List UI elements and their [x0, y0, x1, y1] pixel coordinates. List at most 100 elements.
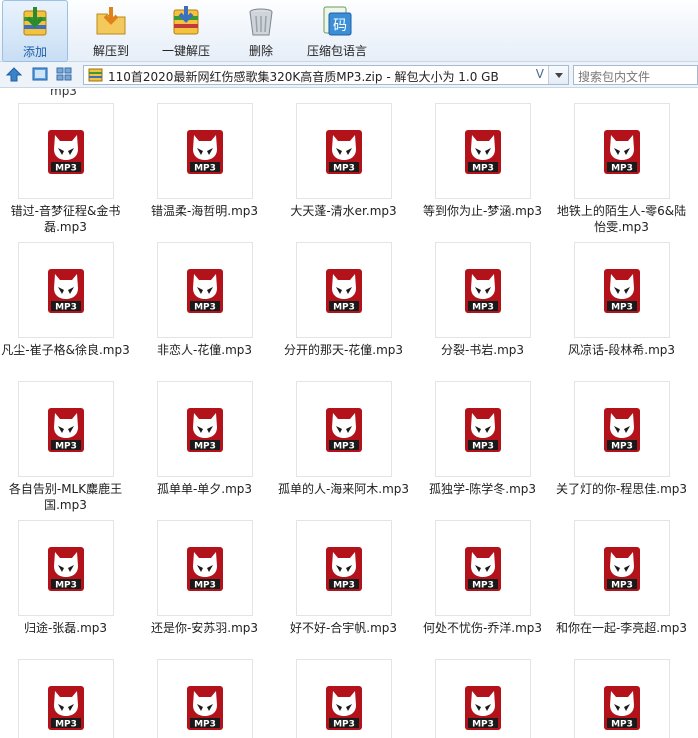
- file-item[interactable]: MP3: [157, 242, 253, 338]
- mp3-file-icon: MP3: [604, 408, 640, 452]
- file-item[interactable]: MP3: [435, 520, 531, 616]
- file-item[interactable]: MP3: [574, 659, 670, 738]
- file-name: 凡尘-崔子格&徐良.mp3: [1, 343, 130, 357]
- svg-text:MP3: MP3: [611, 442, 633, 452]
- file-name: 等到你为止-梦涵.mp3: [422, 204, 543, 218]
- svg-text:MP3: MP3: [55, 442, 77, 452]
- file-item[interactable]: MP3: [157, 381, 253, 477]
- mp3-file-icon: MP3: [604, 269, 640, 313]
- file-name: 错温柔-海哲明.mp3: [150, 204, 259, 218]
- file-item[interactable]: MP3: [574, 520, 670, 616]
- mp3-file-icon: MP3: [48, 130, 84, 174]
- file-item[interactable]: MP3: [18, 659, 114, 738]
- extract-folder-icon: [96, 7, 126, 35]
- mp3-file-icon: MP3: [48, 408, 84, 452]
- partial-file-label: mp3: [50, 89, 77, 98]
- mp3-file-icon: MP3: [465, 408, 501, 452]
- file-item[interactable]: MP3: [296, 381, 392, 477]
- file-name: 错过-音梦征程&金书磊.mp3: [10, 204, 121, 234]
- extract-to-button[interactable]: 解压到: [80, 0, 142, 62]
- file-item[interactable]: MP3: [435, 659, 531, 738]
- file-name: 风凉话-段林希.mp3: [567, 343, 676, 357]
- one-click-extract-button[interactable]: 一键解压: [155, 0, 217, 62]
- svg-text:MP3: MP3: [472, 720, 494, 730]
- file-item[interactable]: MP3: [296, 103, 392, 199]
- trash-bin-icon: [249, 8, 273, 36]
- file-item[interactable]: MP3: [157, 103, 253, 199]
- file-name: 和你在一起-李亮超.mp3: [555, 621, 688, 635]
- svg-text:MP3: MP3: [472, 581, 494, 591]
- file-item[interactable]: MP3: [296, 520, 392, 616]
- file-name: 何处不忧伤-乔洋.mp3: [422, 621, 543, 635]
- mp3-file-icon: MP3: [465, 130, 501, 174]
- mp3-file-icon: MP3: [187, 130, 223, 174]
- mp3-file-icon: MP3: [465, 547, 501, 591]
- file-item[interactable]: MP3: [574, 242, 670, 338]
- one-click-extract-label: 一键解压: [161, 44, 210, 58]
- mp3-file-icon: MP3: [187, 547, 223, 591]
- svg-text:MP3: MP3: [333, 164, 355, 174]
- svg-text:MP3: MP3: [55, 720, 77, 730]
- mp3-file-icon: MP3: [326, 408, 362, 452]
- mp3-file-icon: MP3: [48, 547, 84, 591]
- svg-text:MP3: MP3: [55, 303, 77, 313]
- grid-view-icon[interactable]: [55, 66, 73, 83]
- svg-text:MP3: MP3: [611, 164, 633, 174]
- file-item[interactable]: MP3: [296, 242, 392, 338]
- address-bar: 110首2020最新网红伤感歌集320K高音质MP3.zip - 解包大小为 1…: [0, 62, 698, 88]
- file-item[interactable]: MP3: [18, 242, 114, 338]
- file-name: 分开的那天-花僮.mp3: [283, 343, 404, 357]
- archive-path: 110首2020最新网红伤感歌集320K高音质MP3.zip - 解包大小为 1…: [108, 70, 499, 84]
- mp3-file-icon: MP3: [465, 686, 501, 730]
- extract-to-label: 解压到: [92, 44, 129, 58]
- svg-text:MP3: MP3: [194, 442, 216, 452]
- add-archive-icon: [23, 7, 47, 36]
- search-input[interactable]: 搜索包内文件: [573, 65, 698, 85]
- svg-text:MP3: MP3: [333, 303, 355, 313]
- file-item[interactable]: MP3: [435, 381, 531, 477]
- up-arrow-icon[interactable]: [5, 66, 23, 83]
- file-item[interactable]: MP3: [18, 381, 114, 477]
- mp3-file-icon: MP3: [604, 686, 640, 730]
- svg-text:MP3: MP3: [472, 164, 494, 174]
- delete-button[interactable]: 删除: [234, 0, 288, 62]
- add-button[interactable]: 添加: [2, 0, 68, 62]
- svg-text:MP3: MP3: [333, 720, 355, 730]
- file-item[interactable]: MP3: [18, 520, 114, 616]
- file-item[interactable]: MP3: [157, 659, 253, 738]
- encoding-icon: 码: [323, 6, 352, 36]
- mp3-file-icon: MP3: [187, 686, 223, 730]
- mp3-file-icon: MP3: [48, 269, 84, 313]
- svg-text:码: 码: [333, 18, 347, 34]
- file-name: 孤单单-单夕.mp3: [156, 482, 253, 496]
- file-name: 各自告别-MLK麋鹿王国.mp3: [8, 482, 123, 512]
- large-icon-view-icon[interactable]: [31, 66, 49, 83]
- file-item[interactable]: MP3: [18, 103, 114, 199]
- file-list: mp3 MP3 错过-音梦征程&金书磊.mp3 MP3 错温柔-海哲明.mp3 MP3 大…: [0, 89, 698, 738]
- svg-text:MP3: MP3: [55, 581, 77, 591]
- path-field[interactable]: 110首2020最新网红伤感歌集320K高音质MP3.zip - 解包大小为 1…: [83, 65, 569, 85]
- svg-text:MP3: MP3: [194, 720, 216, 730]
- svg-text:MP3: MP3: [55, 164, 77, 174]
- mp3-file-icon: MP3: [326, 547, 362, 591]
- mp3-file-icon: MP3: [326, 686, 362, 730]
- file-item[interactable]: MP3: [157, 520, 253, 616]
- archive-language-button[interactable]: 码 压缩包语言: [302, 0, 372, 62]
- path-history-glyph[interactable]: V: [536, 67, 544, 81]
- file-name: 地铁上的陌生人-零6&陆怡雯.mp3: [556, 204, 687, 234]
- mp3-file-icon: MP3: [187, 269, 223, 313]
- file-item[interactable]: MP3: [574, 381, 670, 477]
- svg-text:MP3: MP3: [472, 303, 494, 313]
- file-item[interactable]: MP3: [574, 103, 670, 199]
- mp3-file-icon: MP3: [48, 686, 84, 730]
- file-name: 关了灯的你-程思佳.mp3: [555, 482, 688, 496]
- file-item[interactable]: MP3: [435, 242, 531, 338]
- file-name: 还是你-安苏羽.mp3: [150, 621, 259, 635]
- path-dropdown-button[interactable]: [548, 66, 568, 84]
- file-item[interactable]: MP3: [296, 659, 392, 738]
- mp3-file-icon: MP3: [187, 408, 223, 452]
- archive-language-label: 压缩包语言: [306, 44, 367, 58]
- file-item[interactable]: MP3: [435, 103, 531, 199]
- file-name: 好不好-合宇帆.mp3: [289, 621, 398, 635]
- svg-text:MP3: MP3: [194, 164, 216, 174]
